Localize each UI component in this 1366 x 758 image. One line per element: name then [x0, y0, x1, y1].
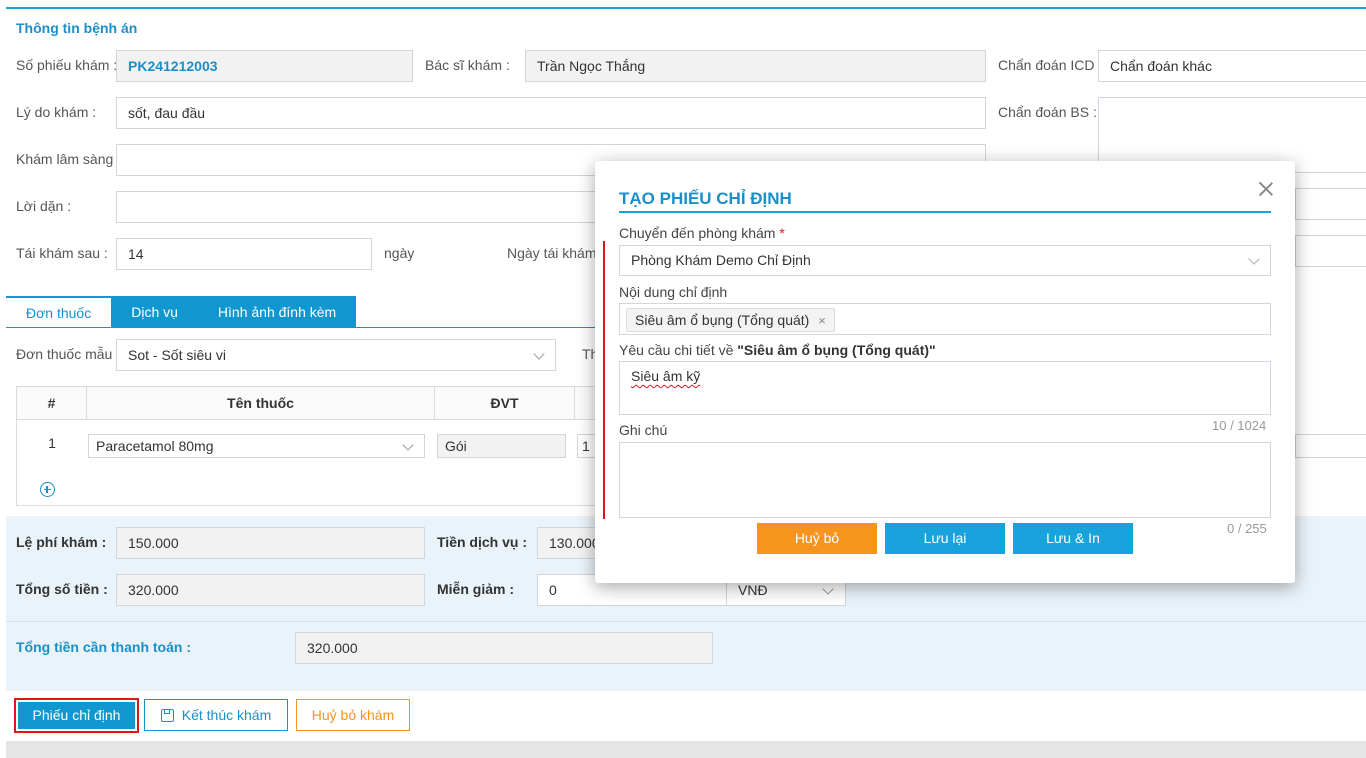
detail-label-target: "Siêu âm ổ bụng (Tổng quát)"	[737, 342, 936, 358]
detail-value: Siêu âm kỹ	[631, 368, 701, 384]
modal-title-underline	[619, 211, 1271, 213]
create-order-modal: TẠO PHIẾU CHỈ ĐỊNH Chuyển đến phòng khám…	[595, 161, 1295, 583]
save-print-button[interactable]: Lưu & In	[1013, 523, 1133, 554]
content-tag: Siêu âm ổ bụng (Tổng quát) ×	[626, 308, 835, 332]
modal-title: TẠO PHIẾU CHỈ ĐỊNH	[619, 189, 792, 208]
tag-remove-icon[interactable]: ×	[818, 313, 826, 328]
close-icon[interactable]	[1258, 181, 1274, 197]
detail-label: Yêu cầu chi tiết về "Siêu âm ổ bụng (Tổn…	[619, 342, 936, 358]
highlight-bar	[603, 241, 605, 519]
content-label: Nội dung chỉ định	[619, 284, 728, 300]
save-button[interactable]: Lưu lại	[885, 523, 1005, 554]
room-select[interactable]: Phòng Khám Demo Chỉ Định	[619, 245, 1271, 276]
chevron-down-icon	[1248, 253, 1260, 265]
required-mark: *	[779, 225, 785, 241]
content-tag-label: Siêu âm ổ bụng (Tổng quát)	[635, 312, 810, 328]
detail-counter: 10 / 1024	[1212, 418, 1267, 433]
note-label: Ghi chú	[619, 422, 668, 438]
room-label-text: Chuyển đến phòng khám	[619, 225, 776, 241]
room-label: Chuyển đến phòng khám *	[619, 225, 785, 241]
detail-textarea[interactable]: Siêu âm kỹ	[619, 361, 1271, 415]
note-textarea[interactable]	[619, 442, 1271, 518]
room-value: Phòng Khám Demo Chỉ Định	[631, 252, 811, 268]
detail-label-prefix: Yêu cầu chi tiết về	[619, 342, 734, 358]
content-multiselect[interactable]: Siêu âm ổ bụng (Tổng quát) ×	[619, 303, 1271, 335]
note-counter: 0 / 255	[1227, 521, 1267, 536]
cancel-button[interactable]: Huỷ bỏ	[757, 523, 877, 554]
